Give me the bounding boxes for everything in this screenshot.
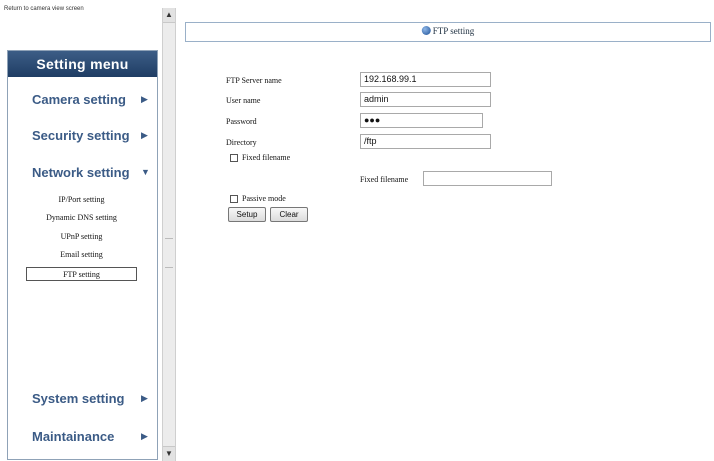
subitem-upnp-setting[interactable]: UPnP setting — [26, 230, 137, 244]
globe-icon — [421, 26, 431, 35]
user-name-input[interactable]: admin — [360, 92, 491, 107]
sidebar-item-label: System setting — [32, 391, 125, 406]
user-name-label: User name — [226, 96, 261, 105]
fixed-filename-checkbox-label: Fixed filename — [242, 153, 291, 162]
sidebar-item-camera-setting[interactable]: Camera setting ▶ — [8, 90, 157, 110]
sidebar-item-label: Network setting — [32, 165, 130, 180]
passive-mode-checkbox[interactable] — [230, 195, 238, 203]
sidebar-item-label: Camera setting — [32, 92, 126, 107]
sidebar-item-security-setting[interactable]: Security setting ▶ — [8, 126, 157, 146]
ftp-server-input[interactable]: 192.168.99.1 — [360, 72, 491, 87]
scroll-up-icon[interactable]: ▲ — [163, 8, 175, 23]
clear-button[interactable]: Clear — [270, 207, 308, 222]
chevron-right-icon: ▶ — [141, 431, 148, 441]
subitem-dynamic-dns-setting[interactable]: Dynamic DNS setting — [26, 211, 137, 225]
sidebar-item-maintainance[interactable]: Maintainance ▶ — [8, 427, 157, 447]
ftp-server-label: FTP Server name — [226, 76, 282, 85]
fixed-filename-input[interactable] — [423, 171, 552, 186]
sidebar-item-label: Security setting — [32, 128, 130, 143]
left-pane: Return to camera view screen Setting men… — [0, 0, 162, 461]
sidebar-scrollbar[interactable]: ▲ ▼ — [162, 8, 176, 461]
subitem-ftp-setting[interactable]: FTP setting — [26, 267, 137, 281]
password-label: Password — [226, 117, 257, 126]
return-to-camera-view-link[interactable]: Return to camera view screen — [4, 6, 84, 12]
subitem-email-setting[interactable]: Email setting — [26, 248, 137, 262]
subitem-ip-port-setting[interactable]: IP/Port setting — [26, 193, 137, 207]
password-input[interactable]: ●●● — [360, 113, 483, 128]
setup-button[interactable]: Setup — [228, 207, 266, 222]
chevron-right-icon: ▶ — [141, 393, 148, 403]
passive-mode-checkbox-label: Passive mode — [242, 194, 286, 203]
fixed-filename-checkbox[interactable] — [230, 154, 238, 162]
directory-input[interactable]: /ftp — [360, 134, 491, 149]
scroll-grip[interactable] — [165, 238, 173, 268]
page-title: FTP setting — [421, 26, 475, 36]
directory-label: Directory — [226, 138, 257, 147]
ftp-setting-title-bar: FTP setting — [185, 22, 711, 42]
chevron-right-icon: ▶ — [141, 94, 148, 104]
sidebar-item-network-setting[interactable]: Network setting ▼ — [8, 163, 157, 183]
page-title-text: FTP setting — [432, 26, 475, 36]
setting-menu-header: Setting menu — [8, 51, 157, 77]
chevron-down-icon: ▼ — [141, 167, 150, 177]
setting-menu: Setting menu Camera setting ▶ Security s… — [7, 50, 158, 460]
sidebar-item-label: Maintainance — [32, 429, 115, 444]
sidebar-item-system-setting[interactable]: System setting ▶ — [8, 389, 157, 409]
fixed-filename-field-label: Fixed filename — [360, 175, 409, 184]
scroll-down-icon[interactable]: ▼ — [163, 446, 175, 461]
chevron-right-icon: ▶ — [141, 130, 148, 140]
